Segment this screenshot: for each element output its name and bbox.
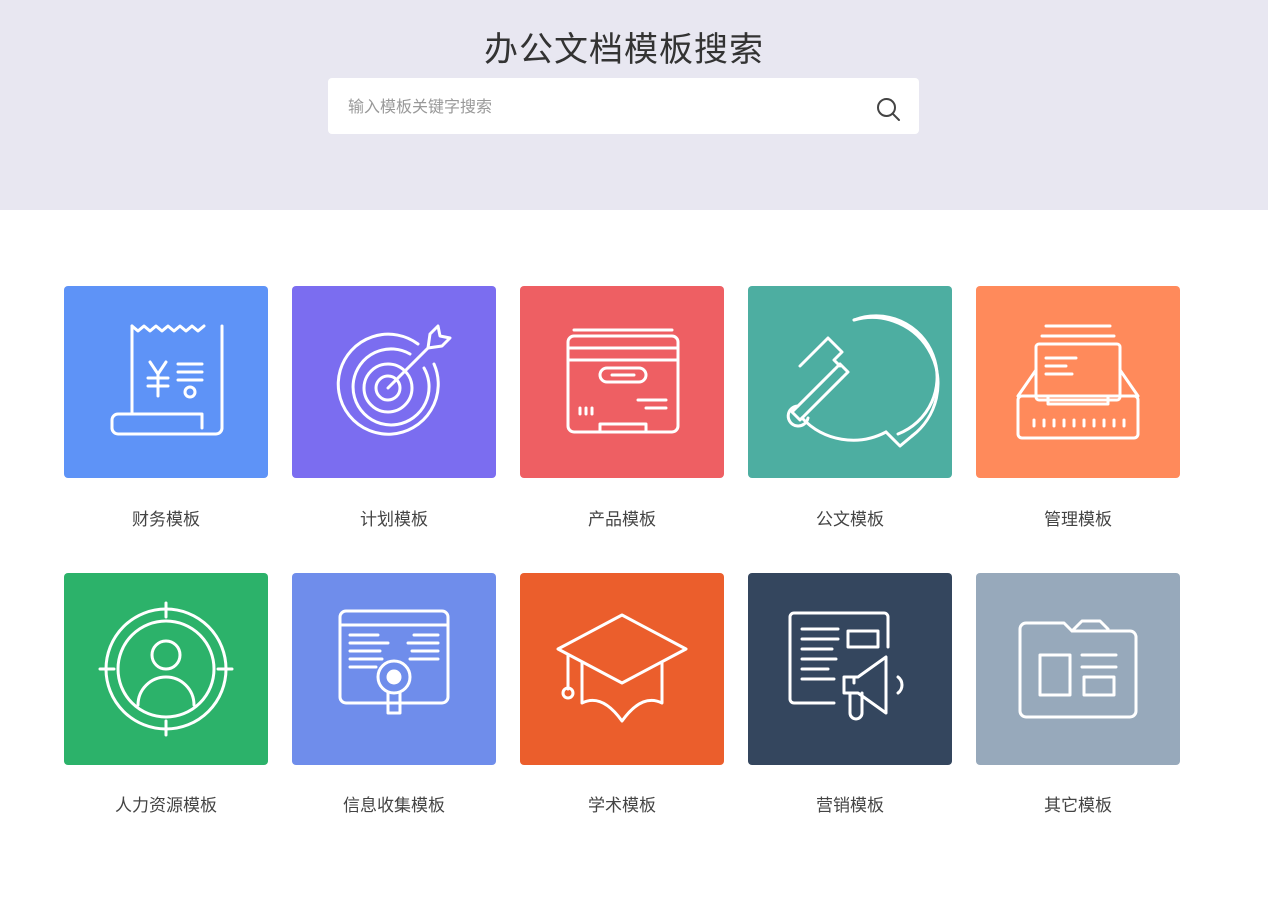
search-icon[interactable]	[874, 95, 902, 123]
target-arrow-icon	[292, 286, 496, 478]
data-search-icon	[292, 573, 496, 765]
folder-icon	[976, 573, 1180, 765]
file-tray-icon	[976, 286, 1180, 478]
category-card-official[interactable]	[748, 286, 952, 478]
product-box-icon	[520, 286, 724, 478]
person-target-icon	[64, 573, 268, 765]
category-card-product[interactable]	[520, 286, 724, 478]
category-card-finance[interactable]	[64, 286, 268, 478]
category-label[interactable]: 信息收集模板	[292, 791, 496, 816]
category-label[interactable]: 产品模板	[520, 505, 724, 530]
category-card-hr[interactable]	[64, 573, 268, 765]
graduation-cap-icon	[520, 573, 724, 765]
receipt-yen-icon	[64, 286, 268, 478]
category-card-other[interactable]	[976, 573, 1180, 765]
category-card-info-collect[interactable]	[292, 573, 496, 765]
category-card-academic[interactable]	[520, 573, 724, 765]
search-input[interactable]	[328, 78, 858, 134]
category-card-plan[interactable]	[292, 286, 496, 478]
category-label[interactable]: 其它模板	[976, 791, 1180, 816]
category-label[interactable]: 财务模板	[64, 505, 268, 530]
hammer-sickle-icon	[748, 286, 952, 478]
category-label[interactable]: 管理模板	[976, 505, 1180, 530]
megaphone-board-icon	[748, 573, 952, 765]
search-box[interactable]	[328, 78, 919, 134]
category-label[interactable]: 学术模板	[520, 791, 724, 816]
category-label[interactable]: 人力资源模板	[64, 791, 268, 816]
category-card-marketing[interactable]	[748, 573, 952, 765]
search-header: 办公文档模板搜索	[0, 0, 1268, 210]
category-label[interactable]: 营销模板	[748, 791, 952, 816]
category-label[interactable]: 计划模板	[292, 505, 496, 530]
category-card-management[interactable]	[976, 286, 1180, 478]
category-label[interactable]: 公文模板	[748, 505, 952, 530]
page-title: 办公文档模板搜索	[484, 30, 764, 70]
